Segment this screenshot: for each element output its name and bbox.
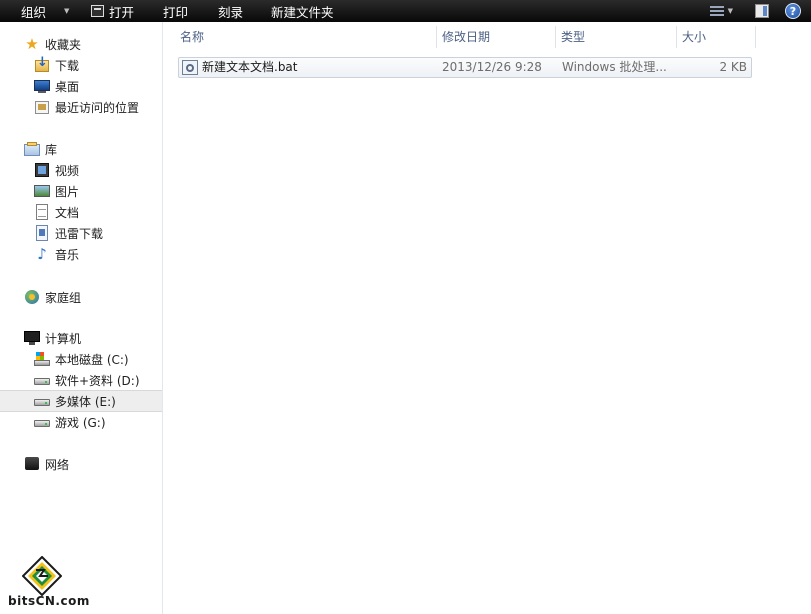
music-icon: ♪ — [37, 245, 47, 263]
nav-item-drive-g[interactable]: 游戏 (G:) — [0, 412, 162, 432]
nav-item-desktop[interactable]: 桌面 — [0, 76, 162, 96]
nav-item-drive-e[interactable]: 多媒体 (E:) — [0, 390, 162, 412]
nav-libraries-label: 库 — [45, 142, 58, 157]
nav-item-label: 软件+资料 (D:) — [55, 373, 140, 388]
nav-item-pictures[interactable]: 图片 — [0, 181, 162, 201]
disk-icon — [34, 372, 50, 388]
nav-item-drive-c[interactable]: 本地磁盘 (C:) — [0, 349, 162, 369]
nav-favorites[interactable]: ★ 收藏夹 — [0, 34, 162, 54]
nav-item-label: 音乐 — [55, 247, 80, 262]
burn-label: 刻录 — [218, 4, 244, 20]
file-name: 新建文本文档.bat — [202, 60, 298, 74]
nav-computer[interactable]: 计算机 — [0, 328, 162, 348]
network-icon — [24, 456, 40, 472]
file-type: Windows 批处理... — [562, 60, 667, 74]
nav-item-music[interactable]: ♪ 音乐 — [0, 244, 162, 264]
column-header-label: 修改日期 — [442, 30, 491, 44]
column-header-date[interactable]: 修改日期 — [442, 26, 552, 48]
views-chevron-down-icon[interactable]: ▼ — [728, 7, 733, 15]
nav-homegroup[interactable]: 家庭组 — [0, 287, 162, 307]
column-header-label: 大小 — [682, 30, 707, 44]
nav-item-videos[interactable]: 视频 — [0, 160, 162, 180]
nav-item-label: 多媒体 (E:) — [55, 394, 116, 409]
preview-pane-icon[interactable] — [755, 4, 769, 18]
burn-button[interactable]: 刻录 — [218, 0, 243, 22]
column-divider[interactable] — [676, 26, 677, 48]
nav-libraries[interactable]: 库 — [0, 139, 162, 159]
column-header-label: 名称 — [180, 30, 205, 44]
disk-icon — [34, 393, 50, 409]
disk-icon — [34, 414, 50, 430]
nav-item-label: 下载 — [55, 58, 80, 73]
toolbar-right-group: ▼ ? — [709, 0, 811, 22]
chevron-down-icon: ▼ — [64, 7, 70, 15]
nav-homegroup-label: 家庭组 — [45, 290, 82, 305]
nav-item-label: 图片 — [55, 184, 80, 199]
nav-item-label: 迅雷下载 — [55, 226, 104, 241]
nav-item-documents[interactable]: 文档 — [0, 202, 162, 222]
download-folder-icon — [34, 55, 50, 73]
column-divider[interactable] — [755, 26, 756, 48]
column-divider[interactable] — [436, 26, 437, 48]
homegroup-icon — [24, 289, 40, 305]
nav-item-label: 游戏 (G:) — [55, 415, 106, 430]
column-header-label: 类型 — [561, 30, 586, 44]
column-header-name[interactable]: 名称 — [180, 26, 435, 48]
recent-places-icon — [34, 99, 50, 115]
batch-file-icon — [182, 60, 198, 75]
bitscn-logo-icon — [22, 556, 62, 596]
open-icon — [91, 5, 104, 17]
print-label: 打印 — [163, 4, 189, 20]
star-icon: ★ — [25, 35, 39, 53]
nav-item-label: 视频 — [55, 163, 80, 178]
new-folder-button[interactable]: 新建文件夹 — [271, 0, 334, 22]
views-icon[interactable] — [709, 5, 724, 17]
organize-button[interactable]: 组织 ▼ — [21, 0, 69, 22]
file-date: 2013/12/26 9:28 — [442, 60, 542, 74]
column-header-type[interactable]: 类型 — [561, 26, 673, 48]
watermark-text: bitsCN.com — [8, 594, 90, 608]
desktop-icon — [34, 78, 50, 94]
new-folder-label: 新建文件夹 — [271, 4, 334, 20]
computer-icon — [24, 330, 40, 346]
column-header-size[interactable]: 大小 — [682, 26, 752, 48]
library-icon — [24, 141, 40, 157]
nav-item-thunder-downloads[interactable]: 迅雷下载 — [0, 223, 162, 243]
nav-network[interactable]: 网络 — [0, 454, 162, 474]
nav-item-label: 本地磁盘 (C:) — [55, 352, 129, 367]
open-label: 打开 — [109, 4, 135, 20]
document-icon — [34, 204, 50, 220]
watermark-logo: bitsCN.com — [8, 556, 90, 610]
thunder-download-icon — [34, 225, 50, 241]
navigation-pane: ★ 收藏夹 下载 桌面 最近访问的位置 库 视频 图片 文档 迅雷下载 ♪ 音乐 — [0, 22, 163, 614]
nav-computer-label: 计算机 — [45, 331, 82, 346]
nav-network-label: 网络 — [45, 457, 70, 472]
picture-icon — [34, 183, 50, 199]
nav-item-label: 最近访问的位置 — [55, 100, 140, 115]
nav-item-drive-d[interactable]: 软件+资料 (D:) — [0, 370, 162, 390]
help-icon[interactable]: ? — [785, 3, 801, 19]
column-divider[interactable] — [555, 26, 556, 48]
file-size: 2 KB — [719, 60, 747, 74]
open-button[interactable]: 打开 — [91, 0, 134, 22]
organize-label: 组织 — [21, 4, 47, 20]
file-row[interactable]: 新建文本文档.bat 2013/12/26 9:28 Windows 批处理..… — [178, 57, 752, 78]
video-icon — [34, 162, 50, 178]
command-bar: 组织 ▼ 打开 打印 刻录 新建文件夹 ▼ ? — [0, 0, 811, 22]
nav-item-label: 桌面 — [55, 79, 80, 94]
nav-favorites-label: 收藏夹 — [45, 37, 82, 52]
nav-item-recent-places[interactable]: 最近访问的位置 — [0, 97, 162, 117]
print-button[interactable]: 打印 — [163, 0, 188, 22]
windows-disk-icon — [34, 351, 50, 367]
nav-item-downloads[interactable]: 下载 — [0, 55, 162, 75]
nav-item-label: 文档 — [55, 205, 80, 220]
